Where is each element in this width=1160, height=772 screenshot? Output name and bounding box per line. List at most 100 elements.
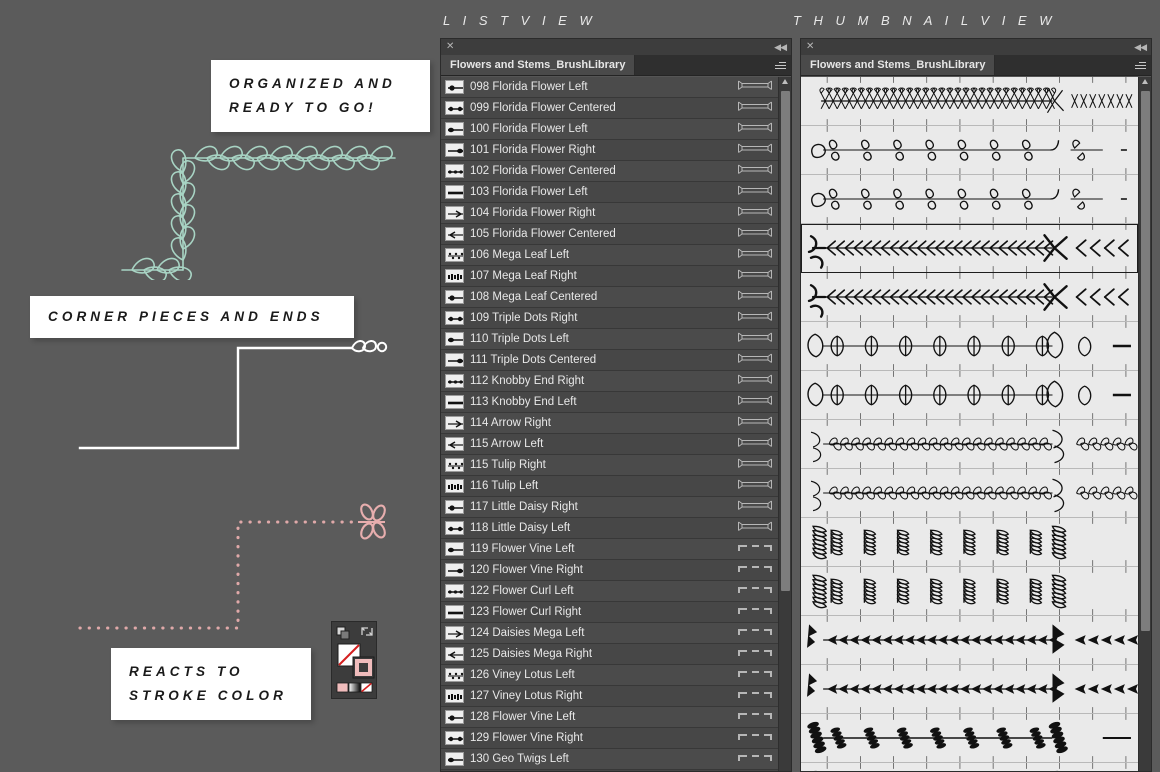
tab-flowers-and-stems-thumbnail[interactable]: Flowers and Stems_BrushLibrary [801,55,996,75]
brush-list-container[interactable]: 098 Florida Flower Left 099 Florida Flow… [441,77,778,771]
brush-list-row[interactable]: 104 Florida Flower Right [441,203,778,224]
brush-thumbnail-row[interactable] [801,469,1138,518]
thumbnail-panel-body [801,76,1151,771]
brush-list-row[interactable]: 115 Arrow Left [441,434,778,455]
brush-list-row[interactable]: 127 Viney Lotus Right [441,686,778,707]
color-widget-graphic[interactable] [332,622,378,700]
brush-list-row[interactable]: 107 Mega Leaf Right [441,266,778,287]
art-brush-type-icon [738,80,772,90]
brush-list-row[interactable]: 112 Knobby End Right [441,371,778,392]
brush-library-list-panel: ✕ ◀◀ Flowers and Stems_BrushLibrary 098 … [440,38,792,772]
brush-name-label: 120 Flower Vine Right [470,564,583,576]
brush-preview-swatch [445,122,464,136]
brush-thumbnail-row[interactable] [801,567,1138,616]
brush-list-row[interactable]: 099 Florida Flower Centered [441,98,778,119]
list-panel-titlebar: ✕ ◀◀ [441,39,791,55]
brush-thumbnail-row[interactable] [801,763,1138,771]
brush-thumbnail-row[interactable] [801,371,1138,420]
brush-thumbnail-row[interactable] [801,175,1138,224]
brush-list-row[interactable]: 128 Flower Vine Left [441,707,778,728]
brush-thumbnail-row[interactable] [801,77,1138,126]
scroll-up-arrow-icon[interactable] [1142,79,1148,84]
tab-flowers-and-stems-list[interactable]: Flowers and Stems_BrushLibrary [441,55,636,75]
pattern-brush-type-icon [738,566,772,572]
art-brush-type-icon [738,437,772,447]
panel-menu-icon[interactable] [1129,55,1151,75]
thumbnail-vertical-scrollbar[interactable] [1138,77,1151,771]
brush-thumbnail-row[interactable] [801,714,1138,763]
art-brush-type-icon [738,353,772,363]
scrollbar-thumb[interactable] [1141,91,1150,631]
art-brush-indicator [738,246,772,264]
brush-name-label: 112 Knobby End Right [470,375,585,387]
list-vertical-scrollbar[interactable] [778,77,791,771]
art-brush-indicator [738,183,772,201]
brush-preview-swatch [445,416,464,430]
pattern-brush-indicator [738,708,772,726]
pattern-brush-type-icon [738,755,772,761]
brush-thumbnail-row[interactable] [801,224,1138,273]
thumbnail-view-header: T H U M B N A I L V I E W [793,13,1056,28]
brush-thumbnail-container[interactable] [801,77,1138,771]
fill-stroke-color-widget[interactable] [331,621,377,699]
list-panel-tabrow: Flowers and Stems_BrushLibrary [441,55,791,76]
brush-list-row[interactable]: 114 Arrow Right [441,413,778,434]
brush-thumbnail-row[interactable] [801,322,1138,371]
close-icon[interactable]: ✕ [806,42,814,52]
brush-list-row[interactable]: 103 Florida Flower Left [441,182,778,203]
brush-list-row[interactable]: 119 Flower Vine Left [441,539,778,560]
close-icon[interactable]: ✕ [446,42,454,52]
brush-list-row[interactable]: 102 Florida Flower Centered [441,161,778,182]
brush-thumbnail-row[interactable] [801,126,1138,175]
brush-list-row[interactable]: 125 Daisies Mega Right [441,644,778,665]
brush-list-row[interactable]: 109 Triple Dots Right [441,308,778,329]
brush-name-label: 105 Florida Flower Centered [470,228,616,240]
brush-thumbnail-row[interactable] [801,420,1138,469]
art-brush-type-icon [738,395,772,405]
brush-list-row[interactable]: 108 Mega Leaf Centered [441,287,778,308]
brush-list-row[interactable]: 130 Geo Twigs Left [441,749,778,770]
brush-name-label: 100 Florida Flower Left [470,123,588,135]
art-brush-type-icon [738,269,772,279]
brush-thumbnail-row[interactable] [801,616,1138,665]
brush-list-row[interactable]: 111 Triple Dots Centered [441,350,778,371]
scrollbar-thumb[interactable] [781,91,790,591]
brush-list-row[interactable]: 126 Viney Lotus Left [441,665,778,686]
art-brush-indicator [738,204,772,222]
brush-list-row[interactable]: 115 Tulip Right [441,455,778,476]
brush-list-row[interactable]: 106 Mega Leaf Left [441,245,778,266]
brush-list-row[interactable]: 110 Triple Dots Left [441,329,778,350]
brush-list-row[interactable]: 120 Flower Vine Right [441,560,778,581]
brush-list-row[interactable]: 100 Florida Flower Left [441,119,778,140]
brush-name-label: 111 Triple Dots Centered [470,354,597,366]
brush-list-row[interactable]: 124 Daisies Mega Left [441,623,778,644]
brush-preview-swatch [445,395,464,409]
art-brush-type-icon [738,164,772,174]
brush-list-row[interactable]: 122 Flower Curl Left [441,581,778,602]
art-brush-type-icon [738,101,772,111]
brush-preview-swatch [445,80,464,94]
brush-thumbnail-row[interactable] [801,665,1138,714]
list-view-header: L I S T V I E W [443,13,597,28]
brush-list-row[interactable]: 113 Knobby End Left [441,392,778,413]
collapse-icon[interactable]: ◀◀ [774,42,787,52]
brush-list-row[interactable]: 105 Florida Flower Centered [441,224,778,245]
art-brush-type-icon [738,248,772,258]
brush-list-row[interactable]: 098 Florida Flower Left [441,77,778,98]
panel-menu-icon[interactable] [769,55,791,75]
brush-list-row[interactable]: 123 Flower Curl Right [441,602,778,623]
brush-thumbnail-row[interactable] [801,273,1138,322]
scroll-up-arrow-icon[interactable] [782,79,788,84]
brush-preview-swatch [445,458,464,472]
brush-preview-swatch [445,647,464,661]
collapse-icon[interactable]: ◀◀ [1134,42,1147,52]
brush-list-row[interactable]: 116 Tulip Left [441,476,778,497]
brush-list-row[interactable]: 117 Little Daisy Right [441,497,778,518]
art-brush-type-icon [738,416,772,426]
brush-name-label: 125 Daisies Mega Right [470,648,593,660]
brush-list-row[interactable]: 129 Flower Vine Right [441,728,778,749]
brush-list-row[interactable]: 101 Florida Flower Right [441,140,778,161]
brush-list-row[interactable]: 118 Little Daisy Left [441,518,778,539]
brush-thumbnail-row[interactable] [801,518,1138,567]
art-brush-indicator [738,351,772,369]
